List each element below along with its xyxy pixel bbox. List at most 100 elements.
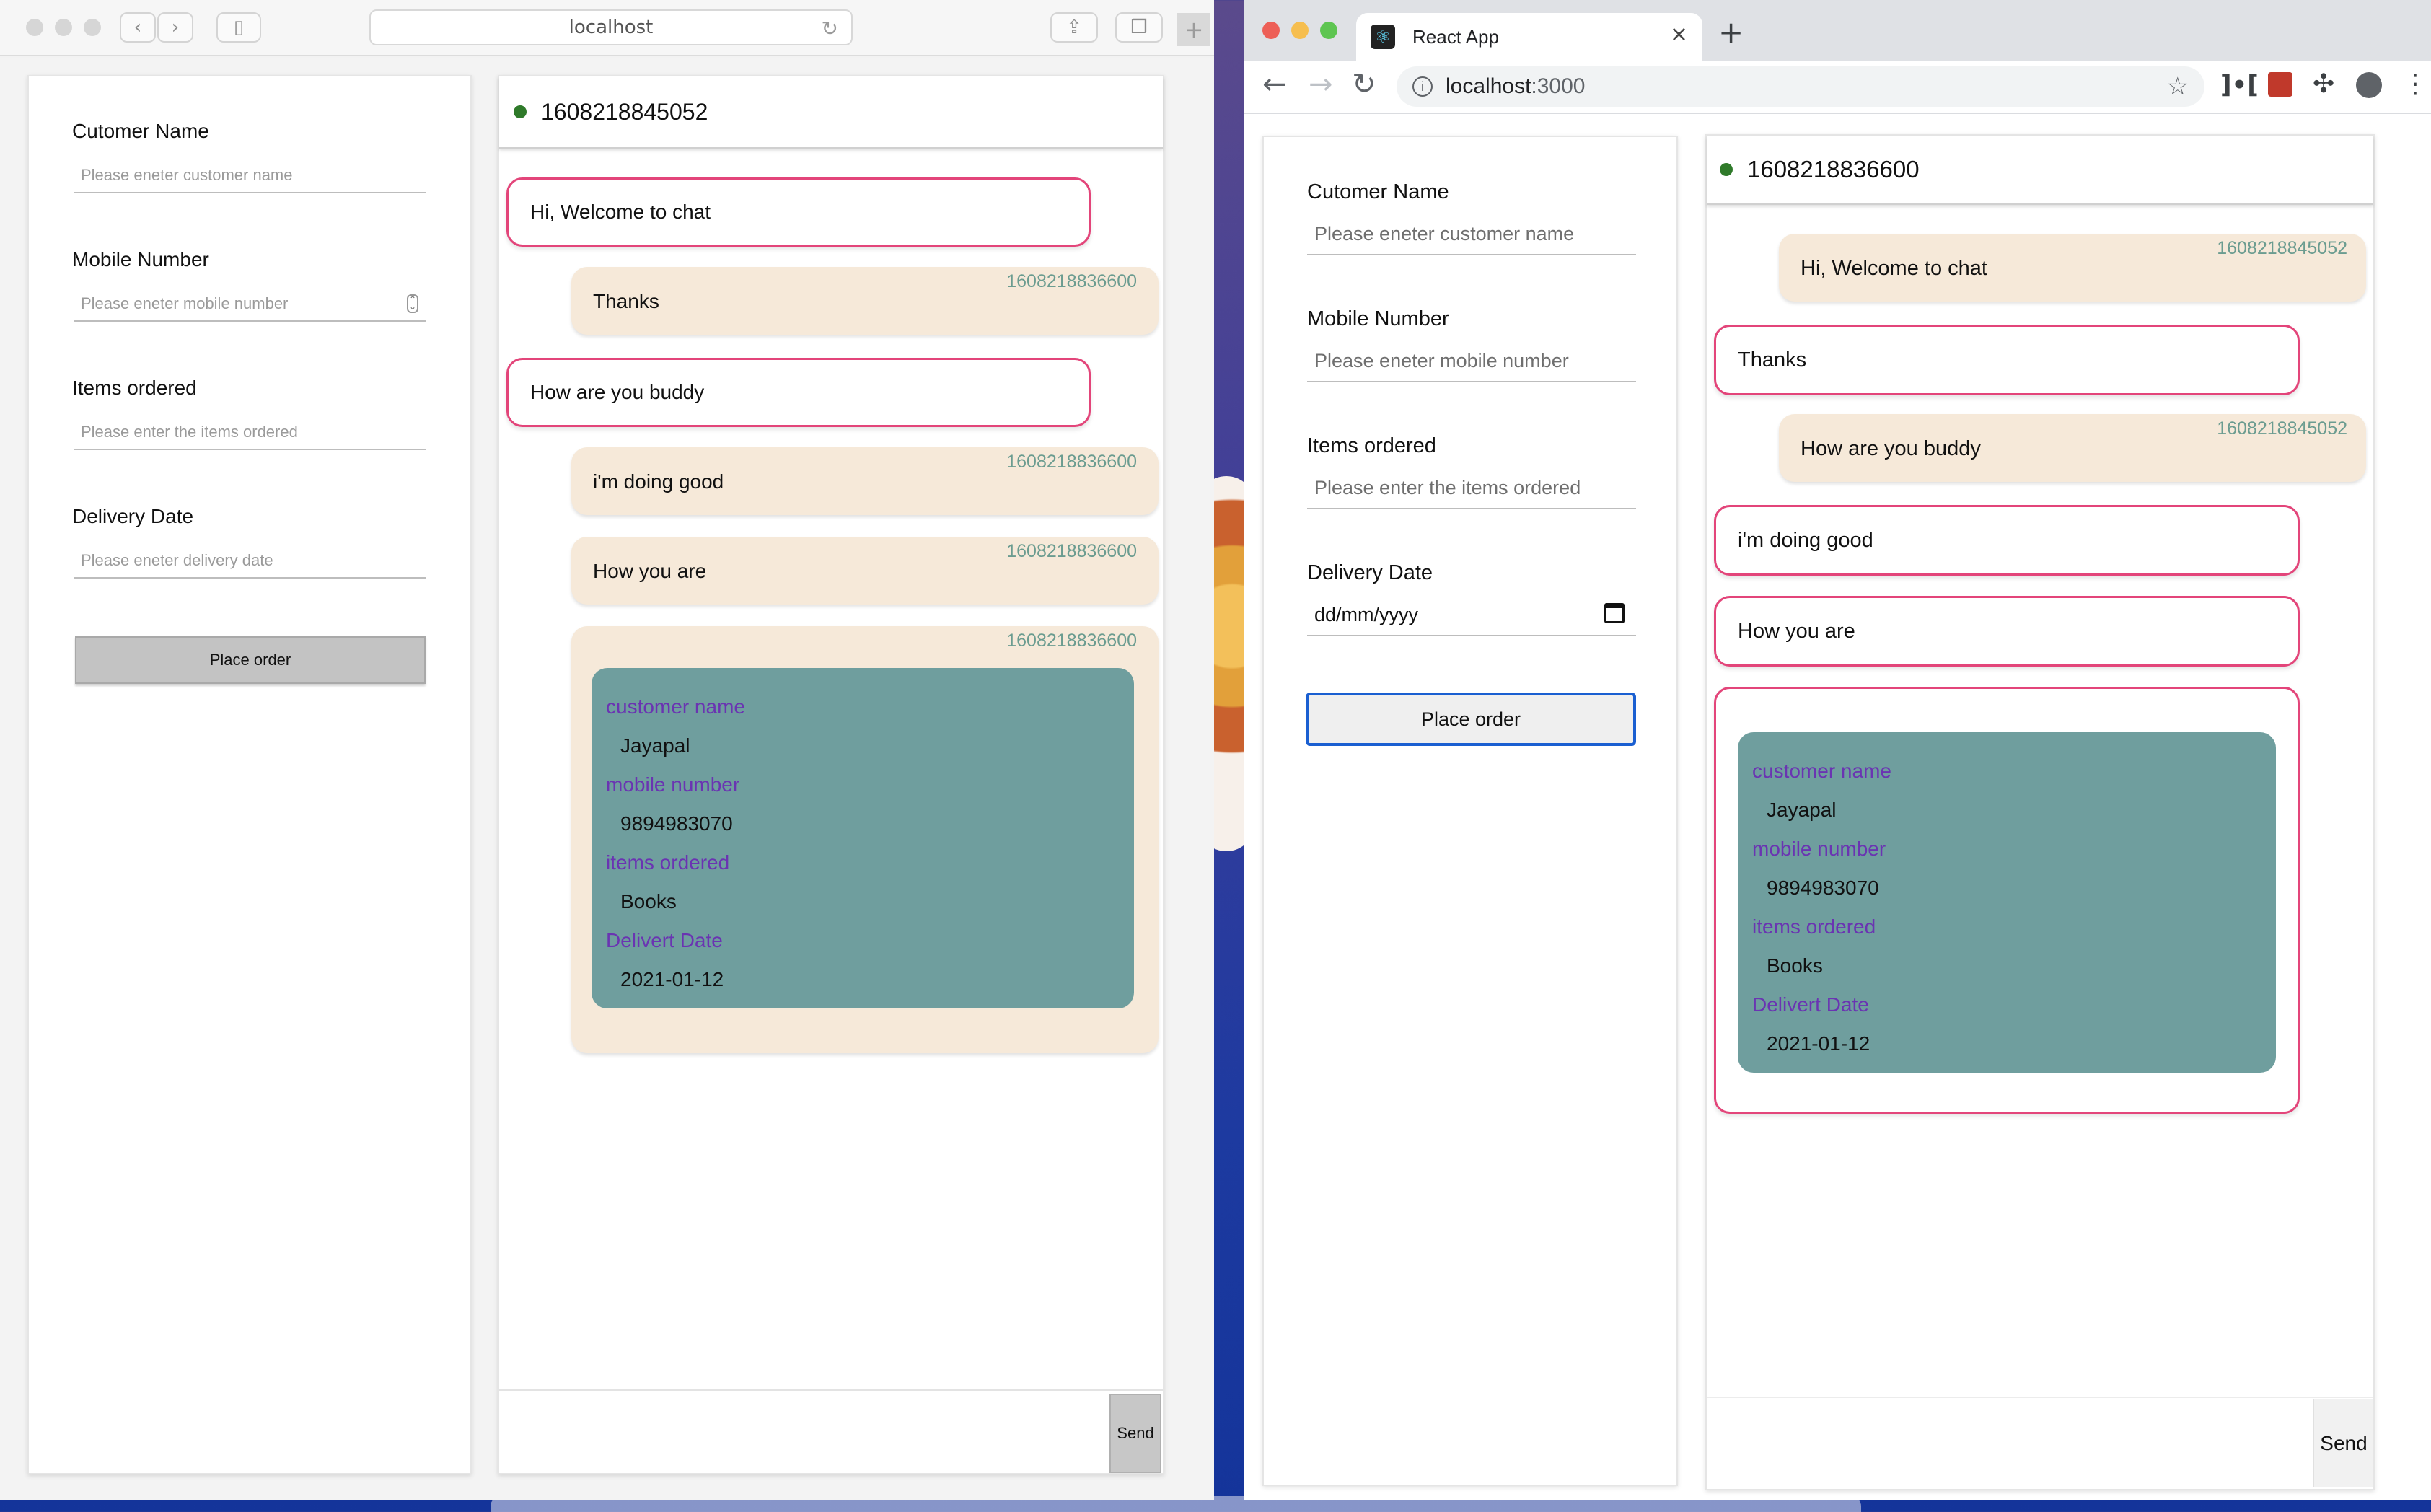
order-form-panel: Cutomer Name Please eneter customer name…	[1262, 136, 1678, 1486]
message-timestamp: 1608218836600	[1006, 630, 1137, 651]
message-sent: How are you buddy	[506, 358, 1091, 427]
order-key-mobile-number: mobile number	[1752, 838, 1886, 860]
minimize-traffic-light[interactable]	[1291, 22, 1309, 39]
delivery-date-label: Delivery Date	[72, 505, 194, 527]
items-ordered-input[interactable]: Please enter the items ordered	[1307, 467, 1636, 509]
order-details-card: customer name Jayapal mobile number 9894…	[1738, 732, 2276, 1073]
chat-panel: 1608218836600 1608218845052 Hi, Welcome …	[1705, 134, 2375, 1490]
new-tab-icon[interactable]: +	[1718, 14, 1744, 50]
info-icon[interactable]: i	[1412, 76, 1433, 97]
extension-icon[interactable]: ]•[	[2220, 71, 2259, 100]
customer-name-input[interactable]: Please eneter customer name	[1307, 214, 1636, 255]
reload-icon[interactable]: ↻	[1352, 68, 1376, 101]
mobile-number-label: Mobile Number	[72, 248, 209, 271]
tab-react-app[interactable]: ⚛ React App ×	[1356, 13, 1702, 61]
calendar-icon[interactable]	[1604, 603, 1625, 623]
message-input[interactable]	[502, 1394, 1108, 1472]
close-traffic-light[interactable]	[26, 19, 43, 36]
browser-window-safari: ‹ › ▯ localhost ↻ ⇪ ❐ + Cutomer Name Ple…	[0, 0, 1214, 1500]
mobile-number-input[interactable]: Please eneter mobile number ⌃ ⌄	[74, 287, 426, 322]
message-text: How are you buddy	[530, 381, 705, 403]
message-text: Thanks	[1738, 348, 1807, 372]
send-button[interactable]: Send	[1109, 1394, 1161, 1473]
customer-name-label: Cutomer Name	[1307, 180, 1449, 203]
page: Cutomer Name Please eneter customer name…	[0, 58, 1214, 1500]
close-icon[interactable]: ×	[1670, 22, 1688, 47]
tab-title: React App	[1412, 26, 1499, 48]
order-value-items-ordered: Books	[620, 890, 677, 913]
mobile-number-input[interactable]: Please eneter mobile number	[1307, 340, 1636, 382]
back-icon[interactable]: ‹	[120, 12, 156, 43]
customer-name-input[interactable]: Please eneter customer name	[74, 159, 426, 193]
composer-divider	[1707, 1397, 2373, 1398]
zoom-traffic-light[interactable]	[84, 19, 101, 36]
message-timestamp: 1608218836600	[1006, 541, 1137, 561]
order-form-panel: Cutomer Name Please eneter customer name…	[27, 75, 472, 1474]
order-value-mobile-number: 9894983070	[620, 812, 733, 835]
message-received: 1608218836600 How you are	[571, 537, 1159, 605]
message-text: How you are	[593, 560, 707, 582]
extension-icon[interactable]: ✣	[2313, 69, 2334, 99]
new-tab-icon[interactable]: +	[1177, 13, 1210, 46]
share-icon[interactable]: ⇪	[1050, 12, 1098, 43]
message-sent: i'm doing good	[1714, 505, 2300, 576]
browser-window-chrome: ⚛ React App × + ← → ↻ i localhost :3000 …	[1244, 0, 2431, 1500]
stepper-icon[interactable]: ⌃ ⌄	[407, 294, 418, 313]
place-order-button[interactable]: Place order	[75, 636, 426, 684]
message-timestamp: 1608218836600	[1006, 452, 1137, 472]
url-port: :3000	[1531, 74, 1586, 98]
order-key-delivery-date: Delivert Date	[606, 929, 723, 951]
order-value-customer-name: Jayapal	[1767, 799, 1837, 821]
message-text: i'm doing good	[593, 470, 724, 493]
items-ordered-label: Items ordered	[72, 377, 197, 399]
tabs-icon[interactable]: ❐	[1115, 12, 1163, 43]
chat-header: 1608218836600	[1707, 136, 2373, 205]
address-bar[interactable]: localhost ↻	[369, 9, 853, 45]
message-text: Thanks	[593, 290, 659, 312]
message-text: Hi, Welcome to chat	[1801, 257, 1987, 280]
items-ordered-input[interactable]: Please enter the items ordered	[74, 416, 426, 450]
online-status-dot	[1720, 163, 1733, 176]
forward-icon[interactable]: ›	[157, 12, 193, 43]
order-key-customer-name: customer name	[1752, 760, 1891, 782]
zoom-traffic-light[interactable]	[1320, 22, 1337, 39]
menu-icon[interactable]: ⋮	[2402, 69, 2428, 99]
chat-peer-id: 1608218845052	[541, 98, 708, 125]
message-text: How are you buddy	[1801, 437, 1981, 460]
order-key-customer-name: customer name	[606, 695, 745, 718]
tab-bar: ⚛ React App × +	[1244, 0, 2431, 61]
sidebar-icon[interactable]: ▯	[216, 12, 261, 43]
profile-icon[interactable]	[2356, 72, 2382, 98]
forward-icon[interactable]: →	[1309, 68, 1333, 101]
order-message-sent: customer name Jayapal mobile number 9894…	[1714, 687, 2300, 1114]
chat-peer-id: 1608218836600	[1747, 156, 1920, 183]
star-icon[interactable]: ☆	[2167, 72, 2189, 101]
order-value-delivery-date: 2021-01-12	[1767, 1032, 1870, 1055]
message-received: 1608218836600 i'm doing good	[571, 447, 1159, 515]
delivery-date-input[interactable]: dd/mm/yyyy	[1307, 594, 1636, 636]
order-value-delivery-date: 2021-01-12	[620, 968, 724, 990]
mobile-number-placeholder: Please eneter mobile number	[81, 294, 289, 312]
close-traffic-light[interactable]	[1262, 22, 1280, 39]
message-text: i'm doing good	[1738, 528, 1873, 552]
minimize-traffic-light[interactable]	[55, 19, 72, 36]
toolbar: ‹ › ▯ localhost ↻ ⇪ ❐ +	[0, 0, 1214, 56]
back-icon[interactable]: ←	[1262, 68, 1287, 101]
message-input[interactable]	[1710, 1399, 2310, 1486]
place-order-button[interactable]: Place order	[1306, 693, 1636, 746]
message-timestamp: 1608218845052	[2217, 418, 2347, 439]
message-text: How you are	[1738, 619, 1855, 643]
message-timestamp: 1608218845052	[2217, 238, 2347, 258]
extension-icon[interactable]	[2268, 72, 2292, 97]
page: Cutomer Name Please eneter customer name…	[1244, 115, 2431, 1500]
react-icon: ⚛	[1371, 25, 1395, 49]
message-sent: How you are	[1714, 596, 2300, 667]
chat-header: 1608218845052	[499, 76, 1163, 149]
delivery-date-input[interactable]: Please eneter delivery date	[74, 544, 426, 579]
items-ordered-label: Items ordered	[1307, 434, 1436, 457]
customer-name-label: Cutomer Name	[72, 120, 209, 142]
order-value-customer-name: Jayapal	[620, 734, 690, 757]
omnibox[interactable]: i localhost :3000 ☆	[1397, 66, 2204, 107]
send-button[interactable]: Send	[2313, 1399, 2373, 1487]
reload-icon[interactable]: ↻	[822, 17, 838, 40]
